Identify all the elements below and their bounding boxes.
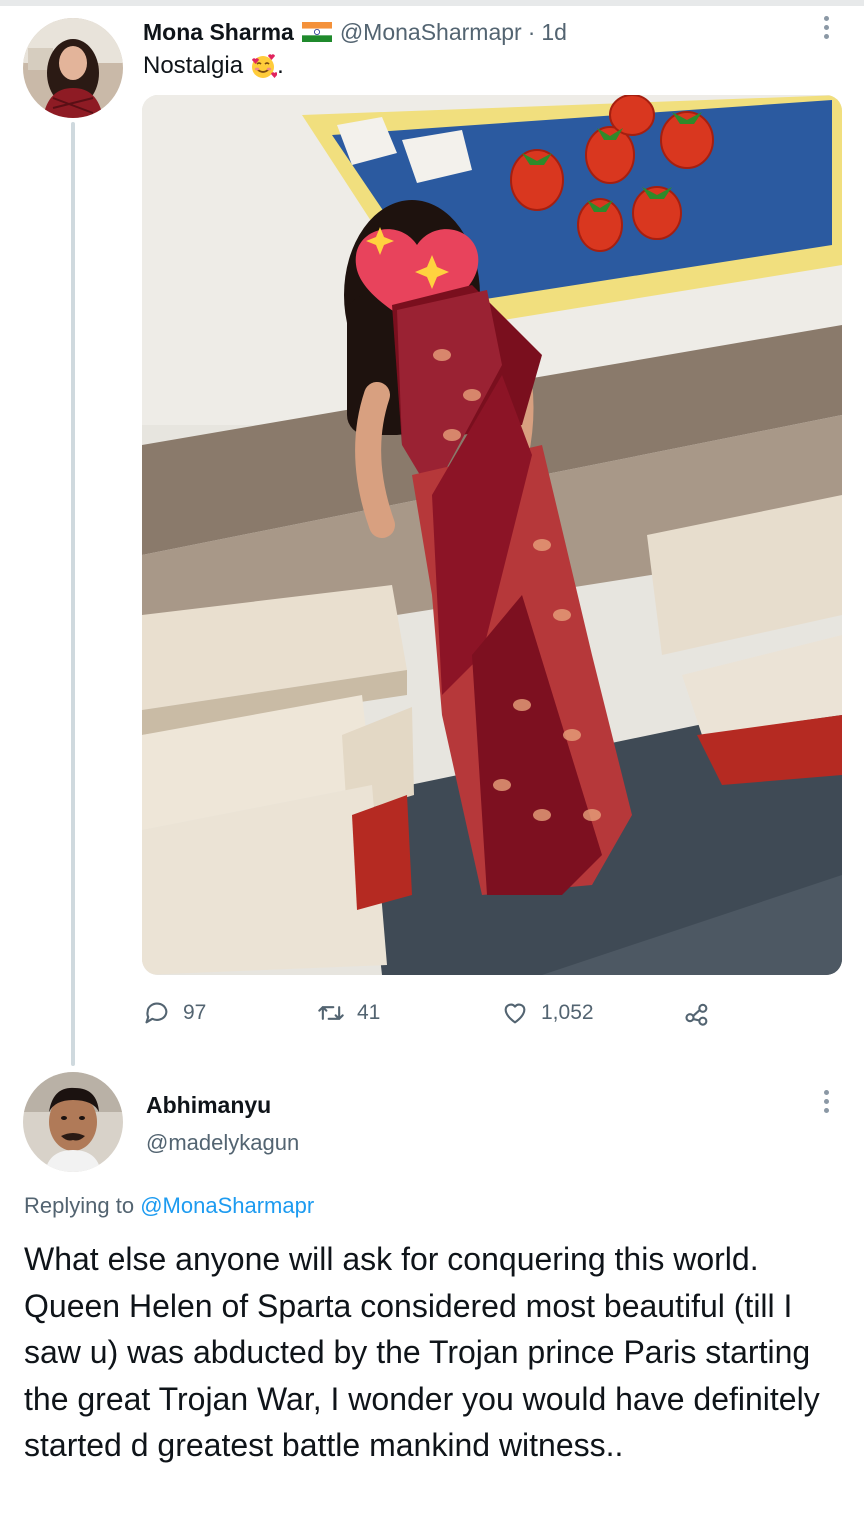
tweet-body: Nostalgia . [143,52,284,80]
reply-author-name[interactable]: Abhimanyu [146,1092,271,1119]
tweet-timestamp[interactable]: 1d [541,19,567,46]
author-handle[interactable]: @MonaSharmapr [340,19,522,46]
reply-count: 97 [183,1001,207,1024]
top-divider [0,0,864,6]
replying-to-prefix: Replying to [24,1193,135,1218]
retweet-icon [318,1006,344,1020]
tweet-action-bar: 97 41 1,052 [143,993,733,1033]
reply-action[interactable]: 97 [143,993,206,1033]
tweet-header: Mona Sharma @MonaSharmapr · 1d [143,14,567,50]
reply-text: What else anyone will ask for conquering… [24,1241,820,1463]
smiling-face-with-hearts-icon [249,52,279,80]
author-avatar[interactable] [23,18,123,118]
photo-woman-in-saree-classroom [142,95,842,975]
avatar-photo [23,18,123,118]
replying-to-handle-link[interactable]: @MonaSharmapr [140,1193,314,1218]
tweet-photo[interactable] [142,95,842,975]
reply-author-avatar[interactable] [23,1072,123,1172]
reply-more-options-icon[interactable] [821,1090,831,1113]
india-flag-icon [301,22,332,42]
tweet-more-options-icon[interactable] [821,16,831,39]
thread-connector [71,122,75,1066]
author-name[interactable]: Mona Sharma [143,19,294,46]
share-icon [685,1003,708,1026]
separator-dot: · [527,18,536,45]
reply-bubble-icon [145,1002,168,1024]
reply-avatar-photo [23,1072,123,1172]
like-action[interactable]: 1,052 [501,993,594,1033]
reply-author-handle[interactable]: @madelykagun [146,1130,299,1156]
share-action[interactable] [683,993,711,1033]
retweet-count: 41 [357,1001,381,1024]
replying-to-line: Replying to @MonaSharmapr [24,1193,314,1219]
heart-icon [504,1003,526,1024]
tweet-text-suffix: . [277,52,284,79]
retweet-action[interactable]: 41 [317,993,380,1033]
like-count: 1,052 [541,1001,594,1024]
tweet-text: Nostalgia [143,52,244,79]
